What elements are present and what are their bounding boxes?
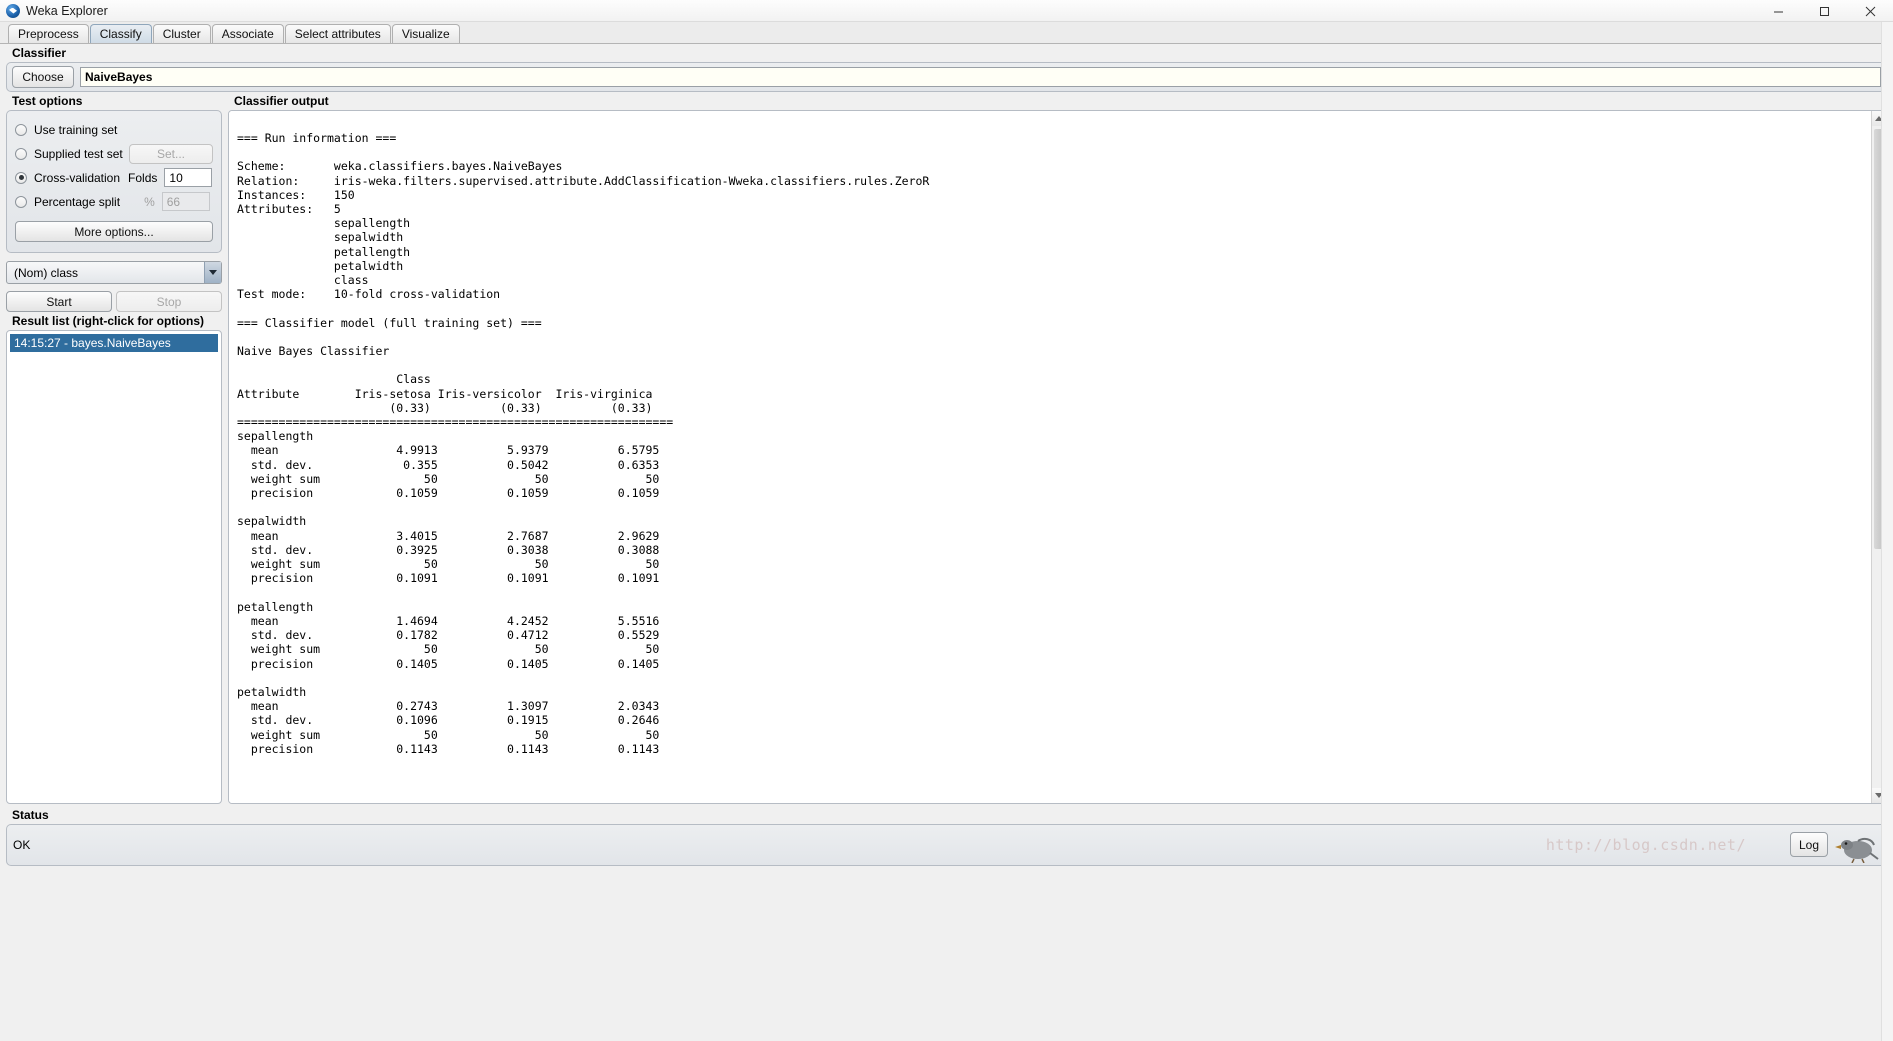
radio-cross-validation[interactable] [15, 171, 27, 184]
window-titlebar: Weka Explorer [0, 0, 1893, 22]
result-list-title: Result list (right-click for options) [12, 314, 205, 328]
percentage-input[interactable]: 66 [161, 192, 210, 211]
run-controls: Start Stop [6, 291, 222, 312]
test-options-title: Test options [12, 94, 83, 108]
window-controls [1755, 0, 1893, 22]
option-supplied-test-set[interactable]: Supplied test set Set... [15, 143, 213, 164]
main-content: Test options Use training set Supplied t… [0, 92, 1893, 804]
classifier-output-panel: === Run information === Scheme: weka.cla… [228, 110, 1887, 804]
option-label: Supplied test set [34, 146, 123, 161]
window-vertical-scrollbar[interactable] [1881, 22, 1893, 1041]
tab-label: Associate [221, 27, 274, 41]
tab-visualize[interactable]: Visualize [391, 24, 460, 43]
left-panel: Test options Use training set Supplied t… [6, 92, 222, 804]
tab-label: Preprocess [18, 27, 79, 41]
choose-button[interactable]: Choose [12, 66, 74, 88]
class-attribute-value: (Nom) class [14, 265, 79, 280]
start-button[interactable]: Start [6, 291, 112, 312]
status-section: Status OK http://blog.csdn.net/ Log [0, 804, 1893, 866]
tab-label: Visualize [401, 27, 450, 41]
weka-bird-animation [1834, 829, 1880, 864]
minimize-button[interactable] [1755, 0, 1801, 22]
chevron-down-icon[interactable] [204, 262, 221, 283]
classifier-chooser-group: Choose NaiveBayes [6, 62, 1887, 92]
classifier-section-title: Classifier [12, 46, 67, 60]
watermark-text: http://blog.csdn.net/ [1545, 836, 1746, 854]
radio-percentage-split[interactable] [15, 195, 27, 208]
close-button[interactable] [1847, 0, 1893, 22]
list-item[interactable]: 14:15:27 - bayes.NaiveBayes [10, 334, 218, 352]
more-options-button[interactable]: More options... [15, 221, 213, 242]
output-left-gutter [229, 111, 237, 803]
tab-classify[interactable]: Classify [89, 24, 152, 43]
tab-label: Select attributes [294, 27, 381, 41]
option-use-training-set[interactable]: Use training set [15, 119, 213, 140]
option-cross-validation[interactable]: Cross-validation Folds 10 [15, 167, 213, 188]
radio-supplied-test-set[interactable] [15, 147, 27, 160]
status-title: Status [12, 808, 49, 822]
set-button[interactable]: Set... [129, 143, 213, 164]
main-tabstrip: Preprocess Classify Cluster Associate Se… [0, 22, 1893, 44]
tab-cluster[interactable]: Cluster [152, 24, 211, 43]
weka-bird-icon [6, 3, 20, 18]
tab-label: Cluster [162, 27, 201, 41]
result-list[interactable]: 14:15:27 - bayes.NaiveBayes [6, 330, 222, 804]
classifier-value-field[interactable]: NaiveBayes [80, 67, 1881, 87]
maximize-button[interactable] [1801, 0, 1847, 22]
window-title: Weka Explorer [26, 3, 108, 18]
right-panel: Classifier output === Run information ==… [228, 92, 1887, 804]
test-options-group: Use training set Supplied test set Set..… [6, 110, 222, 253]
folds-input[interactable]: 10 [164, 168, 213, 187]
status-message: OK [13, 838, 31, 852]
stop-button[interactable]: Stop [116, 291, 222, 312]
classifier-output-text[interactable]: === Run information === Scheme: weka.cla… [237, 111, 1871, 803]
status-group: OK http://blog.csdn.net/ Log [6, 824, 1887, 866]
radio-use-training-set[interactable] [15, 123, 27, 136]
option-label: Use training set [34, 122, 118, 137]
classifier-section: Classifier Choose NaiveBayes [0, 44, 1893, 92]
tab-select-attributes[interactable]: Select attributes [284, 24, 391, 43]
tab-label: Classify [99, 27, 142, 41]
class-attribute-select[interactable]: (Nom) class [6, 261, 222, 284]
tab-preprocess[interactable]: Preprocess [8, 24, 89, 43]
percent-label: % [144, 194, 155, 209]
option-percentage-split[interactable]: Percentage split % 66 [15, 191, 213, 212]
classifier-output-title: Classifier output [234, 94, 329, 108]
tab-associate[interactable]: Associate [211, 24, 284, 43]
option-label: Cross-validation [34, 170, 121, 185]
option-label: Percentage split [34, 194, 121, 209]
log-button[interactable]: Log [1790, 832, 1828, 857]
folds-label: Folds [128, 170, 158, 185]
